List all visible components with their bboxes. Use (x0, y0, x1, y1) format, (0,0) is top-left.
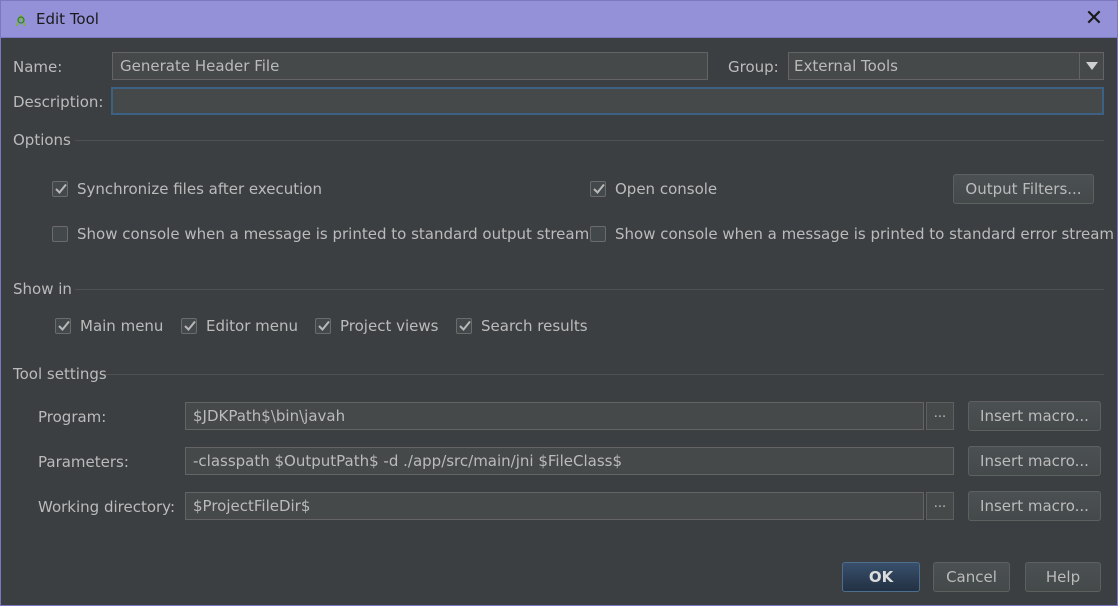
checkbox-checked-icon (456, 318, 472, 334)
title-bar: Edit Tool ✕ (0, 0, 1118, 38)
group-select[interactable]: External Tools (788, 52, 1104, 80)
checkbox-checked-icon (52, 181, 68, 197)
name-field[interactable]: Generate Header File (112, 52, 708, 80)
ok-button[interactable]: OK (842, 562, 920, 592)
checkbox-checked-icon (55, 318, 71, 334)
program-field[interactable]: $JDKPath$\bin\javah (185, 402, 924, 430)
group-label: Group: (728, 58, 779, 76)
project-views-checkbox[interactable]: Project views (315, 317, 438, 335)
open-console-checkbox[interactable]: Open console (590, 180, 717, 198)
options-divider (75, 140, 1104, 141)
main-menu-label: Main menu (80, 317, 164, 335)
output-filters-button[interactable]: Output Filters... (953, 174, 1094, 204)
show-console-stdout-label: Show console when a message is printed t… (77, 225, 590, 243)
open-console-label: Open console (615, 180, 718, 198)
show-in-section-title: Show in (13, 280, 72, 298)
android-studio-icon (16, 15, 26, 26)
search-results-checkbox[interactable]: Search results (456, 317, 588, 335)
show-console-stderr-label: Show console when a message is printed t… (615, 225, 1115, 243)
working-dir-field[interactable]: $ProjectFileDir$ (185, 492, 924, 520)
show-in-divider (75, 289, 1104, 290)
program-insert-macro-button[interactable]: Insert macro... (968, 401, 1101, 431)
checkbox-checked-icon (181, 318, 197, 334)
cancel-button[interactable]: Cancel (933, 562, 1010, 592)
tool-settings-section-title: Tool settings (13, 365, 107, 383)
sync-files-checkbox[interactable]: Synchronize files after execution (52, 180, 322, 198)
main-menu-checkbox[interactable]: Main menu (55, 317, 163, 335)
help-button[interactable]: Help (1025, 562, 1101, 592)
editor-menu-label: Editor menu (206, 317, 299, 335)
description-field[interactable] (111, 87, 1104, 115)
project-views-label: Project views (340, 317, 439, 335)
program-browse-button[interactable]: ... (926, 402, 954, 430)
search-results-label: Search results (481, 317, 588, 335)
group-select-value: External Tools (794, 57, 898, 75)
working-dir-insert-macro-button[interactable]: Insert macro... (968, 491, 1101, 521)
checkbox-checked-icon (590, 181, 606, 197)
show-console-stdout-checkbox[interactable]: Show console when a message is printed t… (52, 225, 589, 243)
working-dir-label: Working directory: (38, 498, 176, 516)
close-icon[interactable]: ✕ (1083, 8, 1105, 30)
editor-menu-checkbox[interactable]: Editor menu (181, 317, 298, 335)
chevron-down-icon[interactable] (1079, 53, 1103, 79)
tool-settings-divider (105, 374, 1104, 375)
name-label: Name: (13, 58, 63, 76)
parameters-insert-macro-button[interactable]: Insert macro... (968, 446, 1101, 476)
parameters-field[interactable]: -classpath $OutputPath$ -d ./app/src/mai… (185, 447, 954, 475)
sync-files-label: Synchronize files after execution (77, 180, 322, 198)
checkbox-checked-icon (315, 318, 331, 334)
description-label: Description: (13, 93, 104, 111)
checkbox-unchecked-icon (590, 226, 606, 242)
window-title: Edit Tool (36, 10, 99, 28)
working-dir-browse-button[interactable]: ... (926, 492, 954, 520)
parameters-label: Parameters: (38, 453, 129, 471)
program-label: Program: (38, 408, 107, 426)
checkbox-unchecked-icon (52, 226, 68, 242)
options-section-title: Options (13, 131, 71, 149)
show-console-stderr-checkbox[interactable]: Show console when a message is printed t… (590, 225, 1114, 243)
